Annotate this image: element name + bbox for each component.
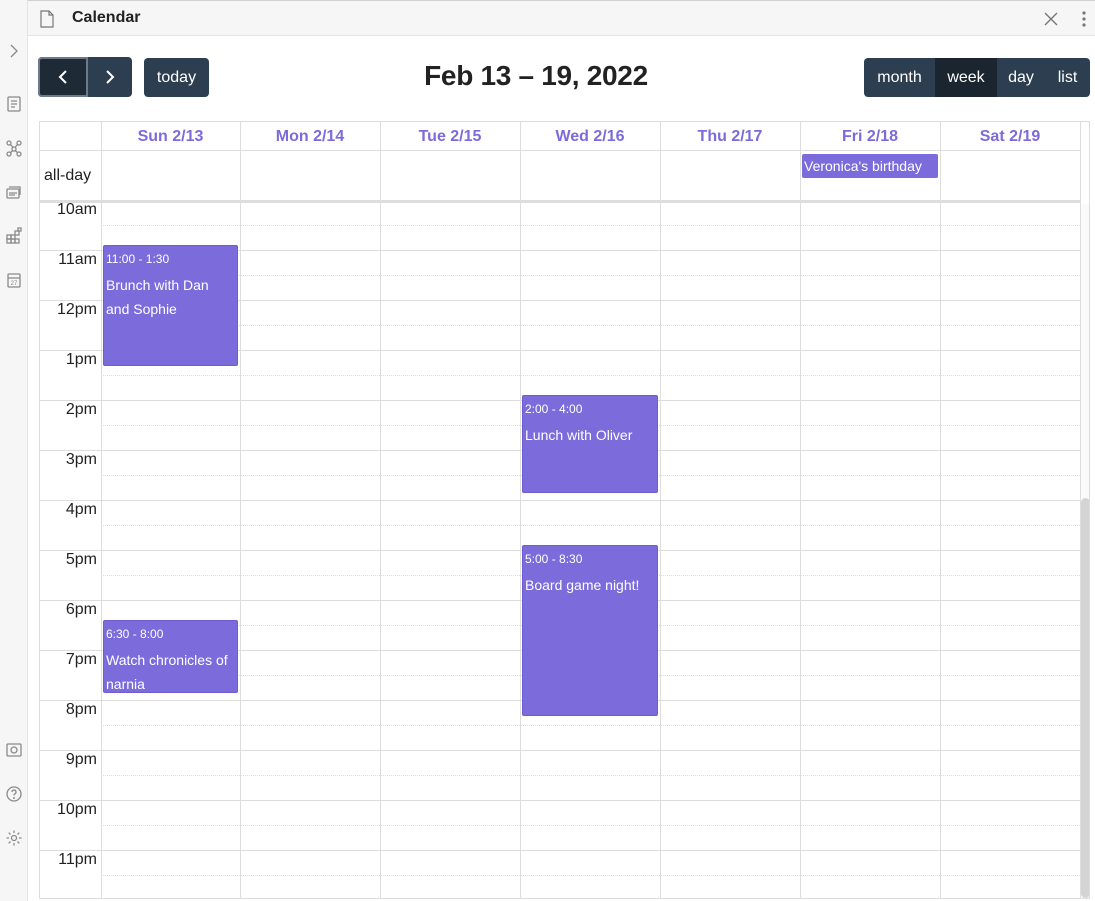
hour-gridline xyxy=(40,800,1080,801)
date-range-title: Feb 13 – 19, 2022 xyxy=(424,60,648,91)
time-label: 11pm xyxy=(58,851,97,868)
left-ribbon: 27 xyxy=(0,0,28,901)
cards-icon[interactable] xyxy=(5,183,23,201)
column-divider xyxy=(660,122,661,898)
event-time: 2:00 - 4:00 xyxy=(525,402,583,416)
half-hour-gridline xyxy=(101,375,1080,376)
help-icon[interactable] xyxy=(5,785,23,803)
close-icon[interactable] xyxy=(1043,11,1059,32)
more-options-icon[interactable] xyxy=(1081,10,1087,33)
document-icon xyxy=(39,10,55,33)
prev-button[interactable] xyxy=(38,57,88,97)
half-hour-gridline xyxy=(101,525,1080,526)
half-hour-gridline xyxy=(101,775,1080,776)
time-label: 5pm xyxy=(65,551,97,568)
calendar-event[interactable]: 11:00 - 1:30 Brunch with Dan and Sophie xyxy=(103,245,238,366)
time-label: 2pm xyxy=(65,401,97,418)
view-switcher: month week day list xyxy=(864,58,1090,97)
calendar-event[interactable]: 2:00 - 4:00 Lunch with Oliver xyxy=(522,395,658,493)
column-divider xyxy=(380,122,381,898)
calendar-icon[interactable]: 27 xyxy=(5,271,23,289)
view-month-button[interactable]: month xyxy=(864,58,935,97)
time-label: 1pm xyxy=(65,351,97,368)
time-label: 9pm xyxy=(65,751,97,768)
hour-gridline xyxy=(40,500,1080,501)
tab-header: Calendar xyxy=(28,0,1095,36)
day-header[interactable]: Mon 2/14 xyxy=(240,122,380,151)
allday-event[interactable]: Veronica's birthday xyxy=(802,154,938,178)
settings-icon[interactable] xyxy=(5,829,23,847)
day-header[interactable]: Wed 2/16 xyxy=(520,122,660,151)
calendar-event[interactable]: 5:00 - 8:30 Board game night! xyxy=(522,545,658,716)
time-label: 11am xyxy=(58,251,97,268)
half-hour-gridline xyxy=(101,275,1080,276)
column-divider xyxy=(940,122,941,898)
event-title: Board game night! xyxy=(525,577,640,593)
allday-label: all-day xyxy=(44,167,92,184)
half-hour-gridline xyxy=(101,725,1080,726)
hour-gridline xyxy=(40,850,1080,851)
file-list-icon[interactable] xyxy=(5,95,23,113)
tab-title: Calendar xyxy=(72,9,141,26)
event-title: Lunch with Oliver xyxy=(525,427,633,443)
chevron-right-icon xyxy=(106,70,115,84)
view-day-button[interactable]: day xyxy=(997,58,1045,97)
view-list-button[interactable]: list xyxy=(1045,58,1090,97)
event-title: Brunch with Dan and Sophie xyxy=(106,277,209,317)
day-header[interactable]: Sat 2/19 xyxy=(940,122,1080,151)
svg-text:27: 27 xyxy=(11,281,18,287)
column-divider xyxy=(520,122,521,898)
graph-icon[interactable] xyxy=(5,139,23,157)
time-label: 8pm xyxy=(65,701,97,718)
chevron-right-icon[interactable] xyxy=(5,42,23,60)
day-header[interactable]: Sun 2/13 xyxy=(101,122,240,151)
time-label: 6pm xyxy=(65,601,97,618)
column-divider xyxy=(800,122,801,898)
time-label: 10am xyxy=(56,201,97,218)
scrollbar-thumb[interactable] xyxy=(1081,498,1089,898)
column-divider xyxy=(240,122,241,898)
column-divider xyxy=(101,122,102,898)
time-label: 10pm xyxy=(56,801,97,818)
chevron-left-icon xyxy=(58,70,67,84)
view-week-button[interactable]: week xyxy=(935,58,997,97)
time-label: 12pm xyxy=(56,301,97,318)
calendar-event[interactable]: 6:30 - 8:00 Watch chronicles of narnia xyxy=(103,620,238,693)
day-header[interactable]: Fri 2/18 xyxy=(800,122,940,151)
time-label: 3pm xyxy=(65,451,97,468)
time-label: 4pm xyxy=(65,501,97,518)
event-time: 11:00 - 1:30 xyxy=(106,252,170,266)
column-divider xyxy=(1080,122,1081,898)
grid-icon[interactable] xyxy=(5,227,23,245)
half-hour-gridline xyxy=(101,325,1080,326)
event-title: Watch chronicles of narnia xyxy=(106,652,228,692)
half-hour-gridline xyxy=(101,225,1080,226)
next-button[interactable] xyxy=(88,57,132,97)
vault-icon[interactable] xyxy=(5,741,23,759)
half-hour-gridline xyxy=(101,875,1080,876)
day-header[interactable]: Tue 2/15 xyxy=(380,122,520,151)
week-calendar-grid: all-day Sun 2/13 Mon 2/14 Tue 2/15 Wed 2/16… xyxy=(39,121,1090,899)
today-button[interactable]: today xyxy=(144,58,209,97)
half-hour-gridline xyxy=(101,825,1080,826)
event-time: 6:30 - 8:00 xyxy=(106,627,164,641)
day-header[interactable]: Thu 2/17 xyxy=(660,122,800,151)
time-label: 7pm xyxy=(65,651,97,668)
hour-gridline xyxy=(40,750,1080,751)
event-time: 5:00 - 8:30 xyxy=(525,552,583,566)
